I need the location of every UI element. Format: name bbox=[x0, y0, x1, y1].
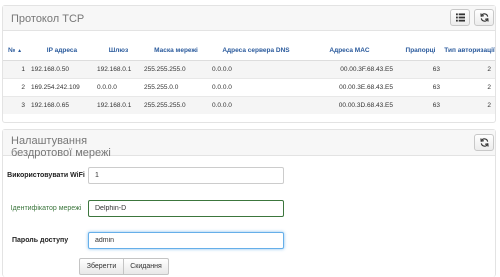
tcp-panel: Протокол TCP № ▲ IP адреса Шлюз Маска ме… bbox=[2, 5, 496, 123]
reset-button[interactable]: Скидання bbox=[123, 258, 169, 275]
cell-mac: 00.00.3D.68.43.E5 bbox=[302, 95, 397, 114]
cell-auth-type: 2 bbox=[444, 59, 495, 78]
wifi-panel-header: Налаштування бездротової мережі bbox=[3, 130, 495, 159]
cell-auth-type: 2 bbox=[444, 77, 495, 96]
cell-gateway: 192.168.0.1 bbox=[95, 95, 142, 114]
cell-dns: 0.0.0.0 bbox=[210, 95, 302, 114]
cell-gateway: 0.0.0.0 bbox=[95, 77, 142, 96]
cell-mask: 255.255.255.0 bbox=[142, 95, 210, 114]
cell-mask: 255.255.0.0 bbox=[142, 77, 210, 96]
column-header-mac[interactable]: Адреса MAC bbox=[302, 42, 397, 61]
column-header-mask[interactable]: Маска мережі bbox=[142, 42, 210, 61]
cell-ip: 192.168.0.50 bbox=[29, 59, 95, 78]
use-wifi-label: Використовувати WiFi bbox=[7, 172, 85, 179]
column-header-gateway[interactable]: Шлюз bbox=[95, 42, 142, 61]
wifi-panel-title: Налаштування бездротової мережі bbox=[11, 135, 111, 159]
sort-asc-icon: ▲ bbox=[17, 48, 23, 55]
cell-auth-type: 2 bbox=[444, 95, 495, 114]
column-header-flags[interactable]: Прапорці bbox=[397, 42, 444, 61]
password-label: Пароль доступу bbox=[12, 237, 69, 244]
table-header-row: № ▲ IP адреса Шлюз Маска мережі Адреса с… bbox=[3, 42, 495, 61]
tcp-table: № ▲ IP адреса Шлюз Маска мережі Адреса с… bbox=[3, 42, 495, 114]
ssid-input[interactable] bbox=[88, 200, 284, 217]
use-wifi-input[interactable] bbox=[88, 167, 284, 184]
save-button[interactable]: Зберегти bbox=[79, 258, 124, 275]
cell-ip: 192.168.0.65 bbox=[29, 95, 95, 114]
cell-mac: 00.00.3E.68.43.E5 bbox=[302, 77, 397, 96]
cell-flags: 63 bbox=[397, 59, 444, 78]
cell-flags: 63 bbox=[397, 77, 444, 96]
refresh-icon bbox=[479, 138, 489, 147]
list-view-button[interactable] bbox=[450, 9, 470, 26]
cell-mac: 00.00.3F.68.43.E5 bbox=[302, 59, 397, 78]
cell-number: 1 bbox=[3, 59, 29, 78]
table-row[interactable]: 2 169.254.242.109 0.0.0.0 255.255.0.0 0.… bbox=[3, 77, 495, 96]
cell-flags: 63 bbox=[397, 95, 444, 114]
table-row[interactable]: 3 192.168.0.65 192.168.0.1 255.255.255.0… bbox=[3, 95, 495, 114]
wifi-refresh-button[interactable] bbox=[474, 134, 494, 151]
refresh-icon bbox=[479, 13, 489, 22]
cell-ip: 169.254.242.109 bbox=[29, 77, 95, 96]
table-row[interactable]: 1 192.168.0.50 192.168.0.1 255.255.255.0… bbox=[3, 59, 495, 78]
column-header-number[interactable]: № ▲ bbox=[3, 42, 29, 61]
cell-dns: 0.0.0.0 bbox=[210, 77, 302, 96]
column-header-dns[interactable]: Адреса сервера DNS bbox=[210, 42, 302, 61]
column-header-auth-type[interactable]: Тип авторизації bbox=[444, 42, 495, 61]
cell-number: 2 bbox=[3, 77, 29, 96]
ssid-label: Ідентифікатор мережі bbox=[10, 205, 82, 212]
tcp-panel-title: Протокол TCP bbox=[11, 13, 85, 25]
cell-number: 3 bbox=[3, 95, 29, 114]
tcp-refresh-button[interactable] bbox=[474, 9, 494, 26]
column-header-ip[interactable]: IP адреса bbox=[29, 42, 95, 61]
cell-dns: 0.0.0.0 bbox=[210, 59, 302, 78]
tcp-panel-header: Протокол TCP bbox=[3, 6, 495, 31]
password-input[interactable] bbox=[88, 232, 284, 249]
cell-gateway: 192.168.0.1 bbox=[95, 59, 142, 78]
cell-mask: 255.255.255.0 bbox=[142, 59, 210, 78]
list-icon bbox=[455, 13, 465, 22]
